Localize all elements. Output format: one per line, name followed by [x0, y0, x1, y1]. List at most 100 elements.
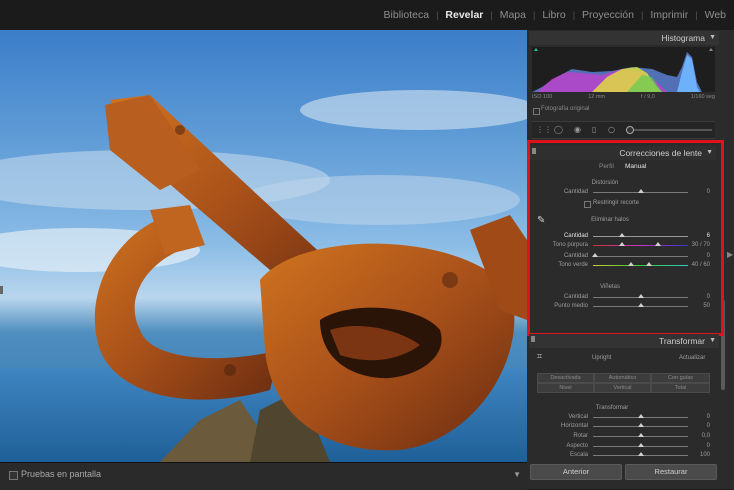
vignetting-amount-value: 0 [706, 294, 710, 300]
purple-hue-knob-high[interactable] [655, 242, 661, 246]
green-hue-knob-low[interactable] [628, 262, 634, 266]
spot-removal-icon[interactable]: ◉ [574, 126, 581, 134]
shutter-value: 1/160 seg [690, 94, 715, 100]
left-panel-toggle[interactable] [0, 286, 3, 294]
upright-vertical-button[interactable]: Vertical [594, 383, 651, 393]
module-mapa[interactable]: Mapa [498, 9, 528, 21]
sculpture-photo [0, 90, 527, 462]
aperture-value: f / 9,0 [641, 94, 655, 100]
aspect-value: 0 [706, 443, 710, 449]
toolbar: Pruebas en pantalla ▼ [0, 462, 527, 490]
lens-corrections-header[interactable]: Correcciones de lente ▼ [530, 146, 716, 160]
green-hue-value: 40 / 60 [691, 262, 710, 268]
toolbar-menu-icon[interactable]: ▼ [513, 470, 521, 479]
green-amount-value: 0 [706, 253, 710, 259]
module-biblioteca[interactable]: Biblioteca [382, 9, 432, 21]
soft-proofing-checkbox[interactable] [9, 471, 18, 480]
scale-knob[interactable] [638, 452, 644, 456]
radial-filter-icon[interactable]: ○ [608, 126, 615, 134]
collapse-icon: ▼ [709, 337, 716, 344]
green-amount-knob[interactable] [592, 253, 598, 257]
module-separator: | [490, 10, 493, 20]
upright-label: Upright [592, 355, 612, 361]
module-separator: | [436, 10, 439, 20]
aspect-label: Aspecto [566, 443, 588, 449]
vertical-label: Vertical [568, 414, 588, 420]
histogram-header[interactable]: Histograma ▼ [529, 31, 719, 45]
panel-switch-icon[interactable] [531, 336, 535, 342]
distortion-amount-value: 0 [706, 189, 710, 195]
green-hue-knob-high[interactable] [646, 262, 652, 266]
histogram-title: Histograma [661, 33, 705, 43]
module-separator: | [640, 10, 644, 20]
purple-amount-track [593, 236, 688, 237]
transform-title: Transformar [659, 336, 705, 346]
module-separator: | [532, 10, 536, 20]
horizontal-knob[interactable] [638, 423, 644, 427]
grid-overlay-icon[interactable]: ⋮⋮ [536, 126, 552, 134]
vignetting-amount-label: Cantidad [563, 294, 588, 300]
upright-auto-button[interactable]: Automático [594, 373, 651, 383]
vertical-knob[interactable] [638, 414, 644, 418]
aspect-knob[interactable] [638, 443, 644, 447]
eyedropper-icon[interactable]: ✎ [537, 215, 545, 226]
brush-slider-track [627, 129, 712, 131]
purple-hue-value: 30 / 70 [691, 242, 710, 248]
purple-amount-knob[interactable] [619, 233, 625, 237]
histogram-graph [532, 48, 713, 92]
guided-upright-icon[interactable]: ⌗ [537, 352, 542, 362]
tab-profile[interactable]: Perfil [599, 163, 614, 170]
panel-switch-icon[interactable] [532, 148, 536, 154]
module-proyeccion[interactable]: Proyección [580, 9, 636, 21]
rotate-label: Rotar [573, 433, 588, 439]
tab-manual[interactable]: Manual [625, 163, 646, 170]
focal-length-value: 12 mm [588, 94, 606, 100]
vertical-value: 0 [706, 414, 710, 420]
module-separator: | [572, 10, 576, 20]
lens-corrections-title: Correcciones de lente [619, 148, 702, 158]
vignetting-midpoint-label: Punto medio [554, 303, 588, 309]
original-photo-label: Fotografía original [541, 106, 590, 112]
rotate-value: 0,0 [701, 433, 710, 439]
rotate-knob[interactable] [638, 433, 644, 437]
module-imprimir[interactable]: Imprimir [648, 9, 690, 21]
original-photo-checkbox[interactable] [533, 108, 540, 115]
module-separator: | [695, 10, 698, 20]
crop-icon[interactable]: ◯ [554, 126, 563, 134]
upright-full-button[interactable]: Total [651, 383, 710, 393]
tool-strip: ⋮⋮ ◯ ◉ ▯ ○ [532, 121, 715, 139]
green-amount-label: Cantidad [563, 253, 588, 259]
collapse-icon: ▼ [709, 34, 716, 41]
constrain-crop-label: Restringir recorte [593, 200, 640, 206]
distortion-amount-knob[interactable] [638, 189, 644, 193]
purple-hue-label: Tono púrpura [552, 242, 588, 248]
constrain-crop-checkbox[interactable] [584, 201, 591, 208]
vignetting-midpoint-value: 50 [703, 303, 710, 309]
module-revelar[interactable]: Revelar [443, 9, 485, 21]
distortion-heading: Distorsión [591, 180, 619, 186]
transform-section-heading: Transformar [595, 405, 629, 411]
transform-header[interactable]: Transformar ▼ [529, 334, 719, 348]
vignetting-amount-knob[interactable] [638, 294, 644, 298]
module-web[interactable]: Web [703, 9, 728, 21]
photo-canvas[interactable] [0, 30, 527, 462]
module-libro[interactable]: Libro [540, 9, 567, 21]
green-hue-track [593, 265, 688, 266]
soft-proofing-label: Pruebas en pantalla [21, 469, 102, 479]
previous-button[interactable]: Anterior [530, 464, 622, 480]
histogram-exif: ISO 100 12 mm f / 9,0 1/160 seg [532, 94, 715, 100]
scale-label: Escala [569, 452, 588, 458]
upright-off-button[interactable]: Desactivada [537, 373, 594, 383]
scale-value: 100 [699, 452, 710, 458]
upright-level-button[interactable]: Nivel [537, 383, 594, 393]
vignetting-midpoint-knob[interactable] [638, 303, 644, 307]
purple-hue-knob-low[interactable] [619, 242, 625, 246]
horizontal-label: Horizontal [560, 423, 588, 429]
upright-guided-button[interactable]: Con guías [651, 373, 710, 383]
right-panel-toggle-icon[interactable]: ▶ [727, 250, 733, 259]
update-button[interactable]: Actualizar [679, 355, 705, 361]
brush-slider-knob[interactable] [626, 126, 634, 134]
defringe-heading: Eliminar halos [591, 217, 629, 223]
reset-button[interactable]: Restaurar [625, 464, 717, 480]
graduated-filter-icon[interactable]: ▯ [592, 126, 596, 134]
